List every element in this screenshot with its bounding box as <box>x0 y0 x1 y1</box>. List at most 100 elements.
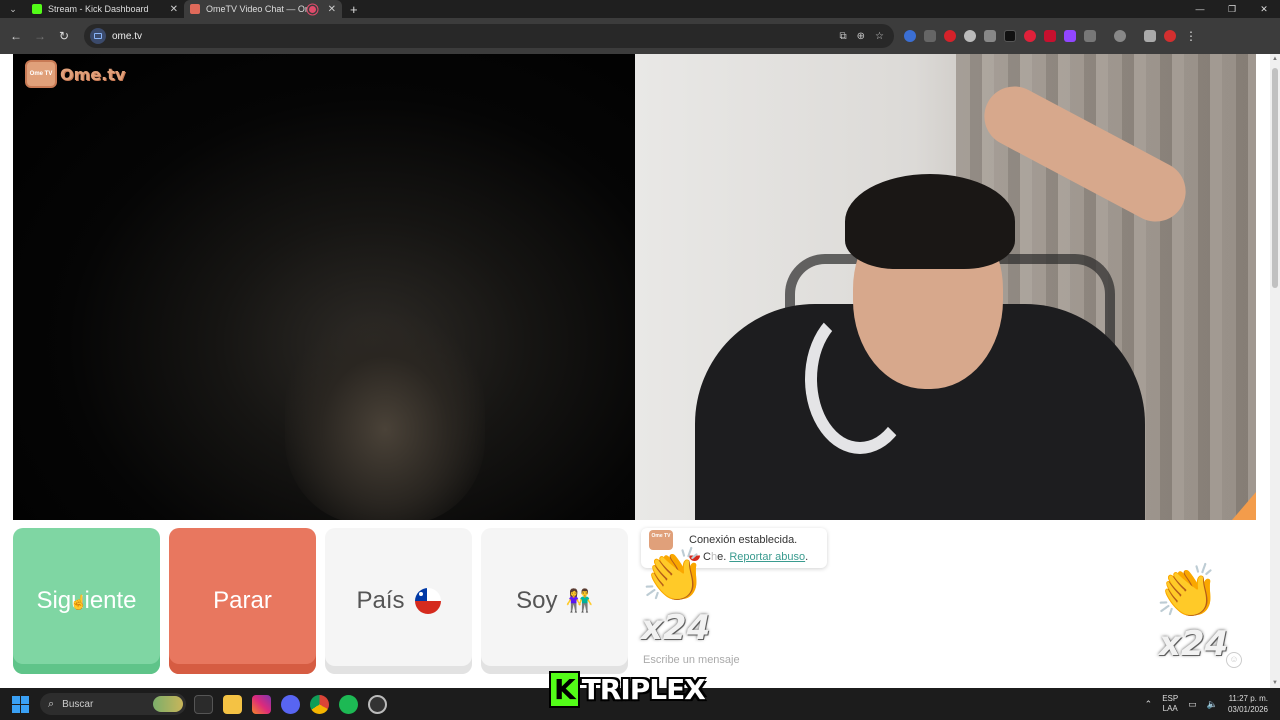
kick-k-badge: K <box>549 670 580 708</box>
country-name-end: e. <box>717 551 727 563</box>
tab-title: Stream - Kick Dashboard <box>48 4 149 14</box>
menu-kebab-icon[interactable]: ⋮ <box>1184 29 1198 43</box>
ometv-logo: Ome TV Ome.tv <box>25 60 125 88</box>
reload-icon[interactable]: ↻ <box>52 29 76 43</box>
couple-icon: 👫 <box>565 588 593 613</box>
install-app-icon[interactable]: ⧉ <box>840 31 847 42</box>
tab-ometv[interactable]: OmeTV Video Chat — Ome ✕ <box>184 0 342 18</box>
stop-button-label: Parar <box>213 587 272 614</box>
search-icon: ⌕ <box>48 697 55 710</box>
report-abuse-link[interactable]: Reportar abuso <box>729 551 805 563</box>
extension-icon[interactable] <box>984 30 996 42</box>
ometv-favicon-icon <box>190 4 200 14</box>
kick-favicon-icon <box>32 4 42 14</box>
tab-kick-dashboard[interactable]: Stream - Kick Dashboard ✕ <box>26 0 184 18</box>
country-button-label: País <box>356 587 405 614</box>
tab-strip: ⌄ Stream - Kick Dashboard ✕ OmeTV Video … <box>0 0 1280 18</box>
extension-icon[interactable] <box>1004 30 1016 42</box>
lang-top: ESP <box>1162 694 1179 703</box>
emoji-icon[interactable]: ☺ <box>1226 652 1242 668</box>
network-icon[interactable]: ▭ <box>1188 699 1197 710</box>
tab-title: OmeTV Video Chat — Ome <box>206 4 309 14</box>
country-button[interactable]: País <box>325 528 472 674</box>
gender-button[interactable]: Soy 👫 <box>481 528 628 674</box>
obs-icon[interactable] <box>368 694 387 714</box>
country-line: Che. Reportar abuso. <box>689 549 827 566</box>
site-info-icon[interactable] <box>90 28 106 44</box>
clock[interactable]: 11:27 p. m. 03/01/2026 <box>1228 693 1268 715</box>
language-indicator[interactable]: ESP LAA <box>1162 694 1178 714</box>
clock-date: 03/01/2026 <box>1227 705 1268 714</box>
file-explorer-icon[interactable] <box>223 694 242 714</box>
extension-icon[interactable] <box>1044 30 1056 42</box>
self-video <box>635 54 1256 520</box>
close-tab-icon[interactable]: ✕ <box>170 4 178 15</box>
extension-icon[interactable] <box>924 30 936 42</box>
logo-text: Ome.tv <box>60 64 126 84</box>
clap-count-left: x24 <box>641 608 711 648</box>
plus-icon[interactable]: + <box>350 2 358 17</box>
puzzle-extensions-icon[interactable] <box>1084 30 1096 42</box>
system-tray: ⌃ ESP LAA ▭ 🔈 11:27 p. m. 03/01/2026 <box>1145 693 1280 715</box>
spotify-icon[interactable] <box>339 694 358 714</box>
media-control-icon[interactable] <box>1114 30 1126 42</box>
stop-button[interactable]: Parar <box>169 528 316 674</box>
extension-icon[interactable] <box>944 30 956 42</box>
chat-panel: Ome TV Conexión establecida. Che. Report… <box>635 520 1256 688</box>
hand-cursor-icon: ☝ <box>70 594 88 610</box>
extension-icon[interactable] <box>904 30 916 42</box>
search-placeholder: Buscar <box>62 698 94 710</box>
close-tab-icon[interactable]: ✕ <box>328 4 336 15</box>
stranger-face <box>285 314 485 520</box>
ometv-logo-icon: Ome TV <box>25 60 57 88</box>
connection-status: Conexión establecida. <box>689 534 798 546</box>
back-icon[interactable]: ← <box>4 29 28 43</box>
search-highlight-image <box>153 696 183 712</box>
windows-start-icon[interactable] <box>0 695 40 713</box>
gender-button-label: Soy <box>516 587 558 614</box>
extension-icon[interactable] <box>964 30 976 42</box>
scroll-down-icon[interactable]: ▼ <box>1270 680 1280 686</box>
forward-icon[interactable]: → <box>28 29 52 43</box>
recording-indicator-icon <box>308 5 316 13</box>
overlay-brand-name: TRIPLEX <box>581 672 706 706</box>
taskbar-search[interactable]: ⌕ Buscar <box>40 693 186 715</box>
chile-flag-icon <box>414 588 441 614</box>
lang-bottom: LAA <box>1162 704 1178 713</box>
scrollbar-thumb[interactable] <box>1272 68 1278 288</box>
headphones <box>805 304 915 454</box>
stranger-video: Ome TV Ome.tv <box>13 54 635 520</box>
volume-icon[interactable]: 🔈 <box>1207 699 1218 710</box>
reading-list-icon[interactable] <box>1144 30 1156 42</box>
close-window-icon[interactable]: ✕ <box>1248 0 1280 18</box>
window-controls: — ❐ ✕ <box>1184 0 1280 18</box>
clapping-hands-icon: 👏 <box>641 547 706 605</box>
clapping-hands-icon: 👏 <box>1155 563 1220 621</box>
bookmark-star-icon[interactable]: ☆ <box>875 31 884 42</box>
address-bar[interactable]: ome.tv ⧉ ⊕ ☆ <box>84 24 894 48</box>
clock-time: 11:27 p. m. <box>1228 694 1268 703</box>
profile-avatar-icon[interactable] <box>1164 30 1176 42</box>
instagram-icon[interactable] <box>252 694 271 714</box>
stream-overlay-logo: K TRIPLEX <box>549 668 706 710</box>
extension-icon[interactable] <box>1024 30 1036 42</box>
chrome-icon[interactable] <box>310 694 329 714</box>
zoom-icon[interactable]: ⊕ <box>857 31 865 42</box>
pinned-apps <box>194 694 387 714</box>
scroll-up-icon[interactable]: ▲ <box>1270 56 1280 62</box>
discord-icon[interactable] <box>281 694 300 714</box>
browser-toolbar: ← → ↻ ome.tv ⧉ ⊕ ☆ ⋮ <box>0 18 1280 54</box>
person-hair <box>845 174 1015 269</box>
page-scrollbar[interactable]: ▲ ▼ <box>1270 54 1280 688</box>
store-icon[interactable] <box>194 694 213 714</box>
report-suffix: . <box>805 551 809 563</box>
tab-search-icon[interactable]: ⌄ <box>0 0 26 18</box>
extensions-row: ⋮ <box>904 29 1198 43</box>
message-input[interactable]: Escribe un mensaje <box>643 654 1233 666</box>
url-text: ome.tv <box>112 30 143 42</box>
ometv-page: Ome TV Ome.tv Siguiente Parar País Soy 👫… <box>0 54 1280 688</box>
chevron-up-icon[interactable]: ⌃ <box>1145 699 1153 710</box>
extension-icon[interactable] <box>1064 30 1076 42</box>
restore-icon[interactable]: ❐ <box>1216 0 1248 18</box>
minimize-icon[interactable]: — <box>1184 0 1216 18</box>
